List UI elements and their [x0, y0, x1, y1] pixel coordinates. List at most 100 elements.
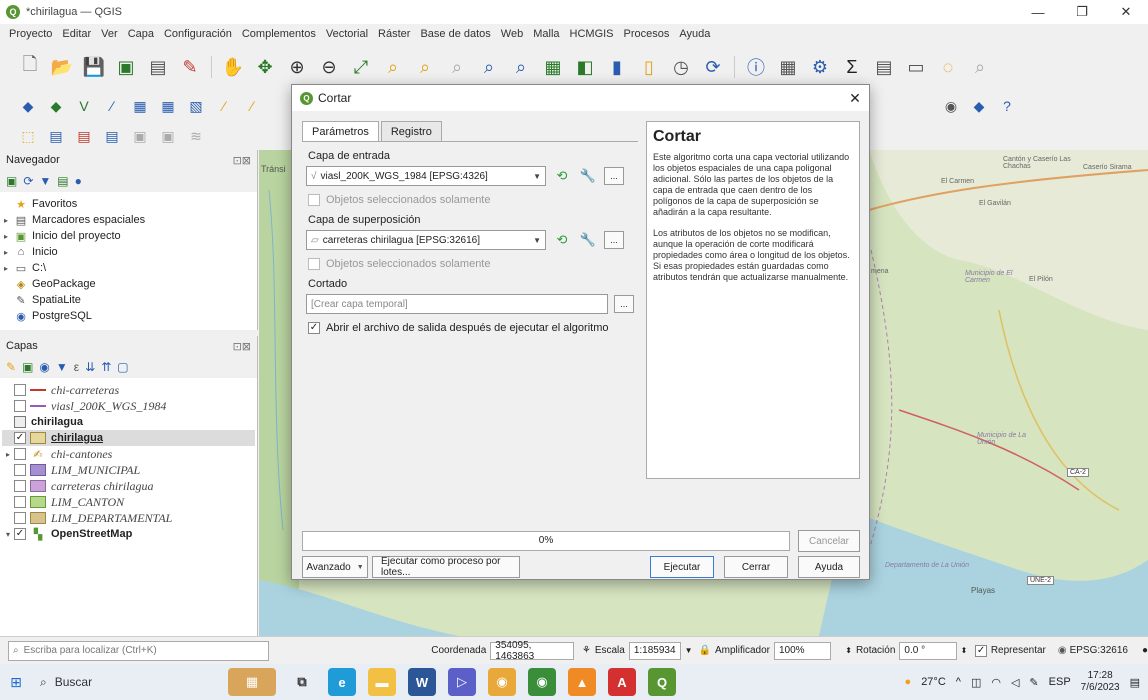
properties-icon[interactable]: ●: [75, 174, 82, 188]
attribute-table-icon[interactable]: ▦: [775, 54, 801, 80]
menu-complementos[interactable]: Complementos: [237, 28, 321, 40]
add-postgis-icon[interactable]: ∕: [101, 95, 123, 117]
new-map-view-icon[interactable]: ▦: [540, 54, 566, 80]
batch-process-button[interactable]: Ejecutar como proceso por lotes...: [372, 556, 520, 578]
browser-item[interactable]: ▸ ⌂ Inicio: [2, 244, 255, 260]
identify-icon[interactable]: ⓘ: [743, 54, 769, 80]
iterate-icon[interactable]: ⟲: [552, 166, 572, 186]
menu-procesos[interactable]: Procesos: [619, 28, 675, 40]
open-project-icon[interactable]: 📂: [49, 54, 75, 80]
panel-close-icon[interactable]: ⊡⊠: [233, 340, 251, 353]
maximize-button[interactable]: ❐: [1060, 0, 1104, 24]
menu-configuracion[interactable]: Configuración: [159, 28, 237, 40]
bookmark-icon[interactable]: ▮: [604, 54, 630, 80]
clock[interactable]: 17:28 7/6/2023: [1081, 670, 1120, 694]
pen-icon[interactable]: ✎: [1029, 676, 1038, 689]
expression-filter-icon[interactable]: ε: [74, 360, 79, 374]
media-icon[interactable]: ▷: [448, 668, 476, 696]
crs-button[interactable]: EPSG:32616: [1070, 645, 1128, 656]
render-checkbox[interactable]: ✓: [975, 644, 987, 657]
language-indicator[interactable]: ESP: [1049, 676, 1071, 688]
pan-icon[interactable]: ✋: [220, 54, 246, 80]
notifications-icon[interactable]: ▤: [1130, 676, 1140, 689]
menu-proyecto[interactable]: Proyecto: [4, 28, 57, 40]
wrench-icon[interactable]: 🔧: [578, 166, 598, 186]
menu-editar[interactable]: Editar: [57, 28, 96, 40]
save-as-icon[interactable]: ▣: [113, 54, 139, 80]
add-wfs-icon[interactable]: ▦: [157, 95, 179, 117]
refresh-icon[interactable]: ⟳: [700, 54, 726, 80]
layer-item[interactable]: ▾ ✓ ▚ OpenStreetMap: [2, 526, 255, 542]
browser-item[interactable]: ◈ GeoPackage: [2, 276, 255, 292]
layer-checkbox[interactable]: [14, 512, 26, 524]
chevron-up-icon[interactable]: ^: [956, 676, 961, 688]
measure-area-icon[interactable]: ▣: [157, 125, 179, 147]
layer-checkbox[interactable]: [14, 480, 26, 492]
taskbar-search[interactable]: ⌕ Buscar: [32, 668, 222, 696]
python-icon[interactable]: ◆: [968, 95, 990, 117]
input-layer-select[interactable]: √ viasl_200K_WGS_1984 [EPSG:4326] ▼: [306, 166, 546, 186]
toggle-extents-icon[interactable]: ⚘: [582, 645, 591, 656]
layer-checkbox[interactable]: ✓: [14, 528, 26, 540]
close-window-button[interactable]: ✕: [1104, 0, 1148, 24]
remove-layer-icon[interactable]: ▢: [117, 360, 128, 374]
print-layout-icon[interactable]: ▤: [145, 54, 171, 80]
filter-icon[interactable]: ▼: [39, 174, 51, 188]
data-source-manager-icon[interactable]: ◆: [17, 95, 39, 117]
layer-checkbox[interactable]: [14, 448, 26, 460]
plugin-icon[interactable]: ◉: [940, 95, 962, 117]
style-layer-icon[interactable]: ✎: [6, 360, 16, 374]
new-3d-view-icon[interactable]: ◧: [572, 54, 598, 80]
magnifier-field[interactable]: 100%: [773, 641, 832, 660]
select-location-icon[interactable]: ▤: [101, 125, 123, 147]
label-tool-icon[interactable]: ≋: [185, 125, 207, 147]
layer-checkbox[interactable]: [14, 464, 26, 476]
layer-item[interactable]: chi-carreteras: [2, 382, 255, 398]
show-bookmarks-icon[interactable]: ▯: [636, 54, 662, 80]
expand-all-icon[interactable]: ⇊: [85, 360, 95, 374]
zoom-layer-icon[interactable]: ⌕: [412, 54, 438, 80]
collapse-all-icon[interactable]: ⇈: [101, 360, 111, 374]
browser-item[interactable]: ◉ PostgreSQL: [2, 308, 255, 324]
layer-checkbox[interactable]: ✓: [14, 432, 26, 444]
overlay-selected-only-checkbox[interactable]: [308, 258, 320, 270]
qgis-taskbar-icon[interactable]: Q: [648, 668, 676, 696]
browser-item[interactable]: ▸ ▭ C:\: [2, 260, 255, 276]
crs-globe-icon[interactable]: ◉: [1058, 645, 1067, 656]
layer-item[interactable]: ▸ ✍ chi-cantones: [2, 446, 255, 462]
zoom-out-icon[interactable]: ⊖: [316, 54, 342, 80]
deselect-icon[interactable]: ▤: [73, 125, 95, 147]
file-explorer-icon[interactable]: ▬: [368, 668, 396, 696]
pan-to-selection-icon[interactable]: ✥: [252, 54, 278, 80]
volume-icon[interactable]: ◁: [1011, 676, 1019, 689]
measure-line-icon[interactable]: ▣: [129, 125, 151, 147]
zoom-last-icon[interactable]: ⌕: [476, 54, 502, 80]
new-project-icon[interactable]: 🗋: [17, 54, 43, 80]
layer-item[interactable]: LIM_CANTON: [2, 494, 255, 510]
menu-ver[interactable]: Ver: [96, 28, 123, 40]
advanced-button[interactable]: Avanzado ▼: [302, 556, 368, 578]
open-output-checkbox[interactable]: ✓: [308, 322, 320, 334]
select-features-icon[interactable]: ⬚: [17, 125, 39, 147]
news-widget-icon[interactable]: ▦: [228, 668, 276, 696]
edit-pencil-icon[interactable]: ∕: [241, 95, 263, 117]
task-view-icon[interactable]: ⧉: [288, 668, 316, 696]
menu-malla[interactable]: Malla: [528, 28, 564, 40]
minimize-button[interactable]: —: [1016, 0, 1060, 24]
select-by-value-icon[interactable]: ▤: [45, 125, 67, 147]
menu-capa[interactable]: Capa: [123, 28, 159, 40]
weather-icon[interactable]: ●: [905, 676, 912, 688]
layer-checkbox[interactable]: [14, 496, 26, 508]
browser-item[interactable]: ✎ SpatiaLite: [2, 292, 255, 308]
edge-icon[interactable]: e: [328, 668, 356, 696]
panel-close-icon[interactable]: ⊡⊠: [233, 154, 251, 167]
rotation-field[interactable]: 0.0 °: [899, 641, 957, 660]
text-annotation-icon[interactable]: ⌕: [967, 54, 993, 80]
chrome-canary-icon[interactable]: ◉: [528, 668, 556, 696]
overlay-layer-select[interactable]: ▱ carreteras chirilagua [EPSG:32616] ▼: [306, 230, 546, 250]
zoom-full-icon[interactable]: ⤢: [348, 54, 374, 80]
acrobat-icon[interactable]: A: [608, 668, 636, 696]
tab-registro[interactable]: Registro: [380, 121, 442, 142]
spin-icon[interactable]: ⬍: [961, 646, 968, 655]
refresh-browser-icon[interactable]: ⟳: [23, 174, 33, 188]
